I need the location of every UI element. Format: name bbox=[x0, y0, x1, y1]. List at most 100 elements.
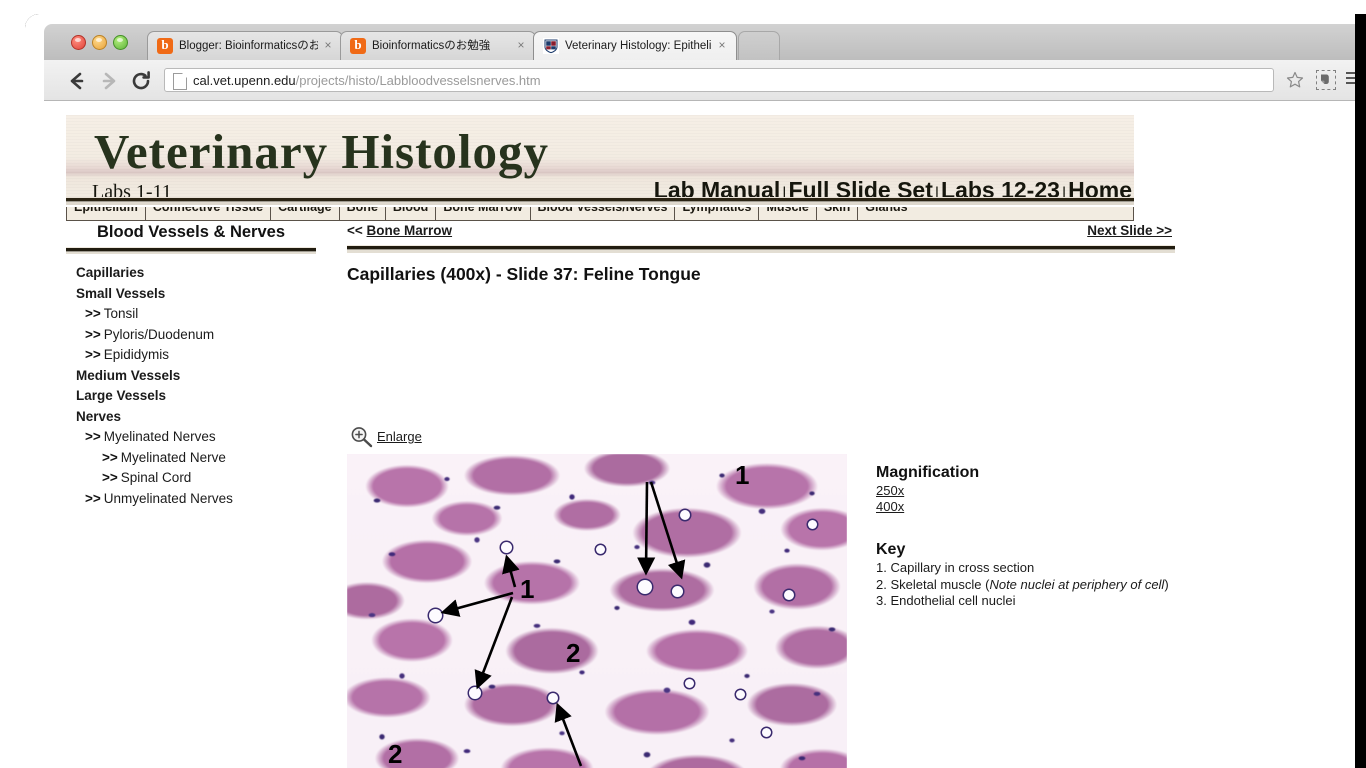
address-bar[interactable]: cal.vet.upenn.edu/projects/histo/Labbloo… bbox=[164, 68, 1274, 92]
nav-item-connective-tissue[interactable]: Connective Tissue bbox=[146, 207, 272, 220]
close-icon[interactable]: × bbox=[321, 38, 335, 52]
chevron-right-icon: >> bbox=[85, 326, 101, 342]
sidebar-item-epididymis[interactable]: >> Epididymis bbox=[66, 345, 316, 366]
site-title: Veterinary Histology bbox=[94, 124, 550, 179]
nav-item-bone-marrow[interactable]: Bone Marrow bbox=[436, 207, 531, 220]
window-minimize-button[interactable] bbox=[92, 35, 107, 50]
sidebar-item-pyloris-duodenum[interactable]: >> Pyloris/Duodenum bbox=[66, 325, 316, 346]
site-nav-cells: Epithelium Connective Tissue Cartilage B… bbox=[66, 207, 1134, 221]
slide-info-panel: Magnification 250x 400x Key 1. Capillary… bbox=[876, 464, 1176, 610]
sidebar-item-label: Spinal Cord bbox=[120, 470, 192, 485]
nav-item-skin[interactable]: Skin bbox=[817, 207, 859, 220]
magnification-option-400x[interactable]: 400x bbox=[876, 499, 1176, 515]
chevron-right-icon: >> bbox=[102, 449, 118, 465]
sidebar-item-label: Tonsil bbox=[103, 306, 139, 321]
forward-arrow-icon[interactable] bbox=[98, 70, 120, 92]
annotation-label-2a: 2 bbox=[566, 638, 581, 668]
enlarge-link[interactable]: Enlarge bbox=[377, 429, 422, 444]
url-text: cal.vet.upenn.edu/projects/histo/Labbloo… bbox=[193, 72, 541, 90]
nav-item-muscle[interactable]: Muscle bbox=[759, 207, 817, 220]
tab-title: Bioinformaticsのお勉強 bbox=[372, 40, 491, 52]
blogger-icon bbox=[350, 37, 366, 54]
histology-image[interactable]: 1 1 2 2 3 bbox=[347, 454, 847, 768]
blogger-icon bbox=[157, 37, 173, 54]
magnifier-plus-icon[interactable] bbox=[350, 426, 373, 448]
nav-item-bone[interactable]: Bone bbox=[340, 207, 386, 220]
nav-item-epithelium[interactable]: Epithelium bbox=[67, 207, 146, 220]
prev-slide-label: Bone Marrow bbox=[366, 223, 453, 238]
prev-slide-link[interactable]: << Bone Marrow bbox=[347, 223, 452, 238]
sidebar-item-nerves[interactable]: Nerves bbox=[66, 407, 316, 428]
sidebar-title: Blood Vessels & Nerves bbox=[96, 223, 285, 241]
url-domain: cal.vet.upenn.edu bbox=[193, 73, 296, 88]
chevron-right-icon: >> bbox=[85, 347, 101, 362]
annotation-arrows bbox=[440, 481, 686, 767]
sidebar-item-label: Myelinated Nerve bbox=[120, 449, 226, 465]
site-banner: Veterinary Histology Labs 1-11 Lab Manua… bbox=[66, 115, 1134, 203]
key-item-2: 2. Skeletal muscle (Note nuclei at perip… bbox=[876, 577, 1176, 594]
sidebar-item-unmyelinated-nerves[interactable]: >> Unmyelinated Nerves bbox=[66, 489, 316, 510]
browser-window: Blogger: Bioinformaticsのお勉強 × Bioinforma… bbox=[25, 14, 1366, 768]
nav-item-lymphatics[interactable]: Lymphatics bbox=[675, 207, 760, 220]
main-content: << Bone Marrow Next Slide >> Capillaries… bbox=[347, 223, 1175, 285]
window-close-button[interactable] bbox=[71, 35, 86, 50]
sidebar-item-label: Nerves bbox=[76, 408, 122, 424]
prev-arrows: << bbox=[347, 223, 363, 238]
annotation-label-1a: 1 bbox=[735, 460, 750, 490]
page-title: Capillaries (400x) - Slide 37: Feline To… bbox=[347, 264, 701, 284]
url-path: /projects/histo/Labbloodvesselsnerves.ht… bbox=[295, 73, 541, 88]
back-arrow-icon[interactable] bbox=[66, 70, 88, 92]
hamburger-menu-icon[interactable] bbox=[1346, 72, 1355, 86]
key-text: Capillary in cross section bbox=[890, 560, 1035, 575]
sidebar-item-myelinated-nerve[interactable]: >> Myelinated Nerve bbox=[66, 448, 316, 469]
key-text-italic: Note nuclei at periphery of cell bbox=[989, 576, 1165, 592]
sidebar-item-label: Epididymis bbox=[103, 347, 170, 362]
upenn-shield-icon bbox=[543, 38, 559, 54]
chevron-right-icon: >> bbox=[102, 470, 118, 485]
sidebar-item-myelinated-nerves[interactable]: >> Myelinated Nerves bbox=[66, 427, 316, 448]
sidebar-item-label: Pyloris/Duodenum bbox=[103, 326, 215, 342]
nav-item-blood[interactable]: Blood bbox=[386, 207, 437, 220]
close-icon[interactable]: × bbox=[514, 38, 528, 52]
key-text-tail: ) bbox=[1164, 576, 1169, 592]
sidebar-item-label: Unmyelinated Nerves bbox=[103, 490, 233, 506]
reload-icon[interactable] bbox=[130, 70, 152, 92]
key-list: 1. Capillary in cross section 2. Skeleta… bbox=[876, 560, 1176, 610]
browser-tab-bar: Blogger: Bioinformaticsのお勉強 × Bioinforma… bbox=[44, 24, 1355, 60]
browser-tab-3[interactable]: Veterinary Histology: Epitheli × bbox=[533, 31, 737, 60]
browser-window-inner: Blogger: Bioinformaticsのお勉強 × Bioinforma… bbox=[25, 14, 1355, 768]
nav-item-glands[interactable]: Glands bbox=[858, 207, 914, 220]
browser-tab-1[interactable]: Blogger: Bioinformaticsのお勉強 × bbox=[147, 31, 343, 60]
browser-toolbar: cal.vet.upenn.edu/projects/histo/Labbloo… bbox=[44, 60, 1355, 101]
nav-item-blood-vessels-nerves[interactable]: Blood Vessels/Nerves bbox=[531, 207, 676, 220]
sidebar-item-small-vessels[interactable]: Small Vessels bbox=[66, 284, 316, 305]
key-number: 2. bbox=[876, 576, 887, 592]
close-icon[interactable]: × bbox=[715, 38, 729, 52]
sidebar-item-tonsil[interactable]: >> Tonsil bbox=[66, 304, 316, 325]
page-viewport: Veterinary Histology Labs 1-11 Lab Manua… bbox=[44, 101, 1355, 768]
next-slide-link[interactable]: Next Slide >> bbox=[1087, 223, 1172, 238]
slide-navigation: << Bone Marrow Next Slide >> bbox=[347, 223, 1175, 243]
nav-item-cartilage[interactable]: Cartilage bbox=[271, 207, 340, 220]
bookmark-star-icon[interactable] bbox=[1286, 71, 1304, 89]
annotation-label-1b: 1 bbox=[520, 574, 535, 604]
evernote-extension-icon[interactable] bbox=[1316, 70, 1336, 90]
browser-tab-2[interactable]: Bioinformaticsのお勉強 × bbox=[340, 31, 536, 60]
sidebar-item-medium-vessels[interactable]: Medium Vessels bbox=[66, 366, 316, 387]
key-text: Skeletal muscle ( bbox=[890, 576, 990, 592]
sidebar-divider bbox=[66, 247, 316, 254]
magnification-option-250x[interactable]: 250x bbox=[876, 483, 1176, 499]
sidebar-item-large-vessels[interactable]: Large Vessels bbox=[66, 386, 316, 407]
window-maximize-button[interactable] bbox=[113, 35, 128, 50]
chevron-right-icon: >> bbox=[85, 306, 101, 321]
chevron-right-icon: >> bbox=[85, 490, 101, 506]
key-number: 3. bbox=[876, 593, 887, 608]
annotation-label-2b: 2 bbox=[388, 739, 403, 768]
sidebar-item-capillaries[interactable]: Capillaries bbox=[66, 263, 316, 284]
tab-title: Blogger: Bioinformaticsのお勉強 bbox=[179, 40, 318, 52]
new-tab-button[interactable] bbox=[738, 31, 780, 60]
key-item-3: 3. Endothelial cell nuclei bbox=[876, 593, 1176, 610]
magnification-heading: Magnification bbox=[876, 464, 980, 481]
page-document-icon bbox=[173, 73, 187, 90]
sidebar-item-spinal-cord[interactable]: >> Spinal Cord bbox=[66, 468, 316, 489]
